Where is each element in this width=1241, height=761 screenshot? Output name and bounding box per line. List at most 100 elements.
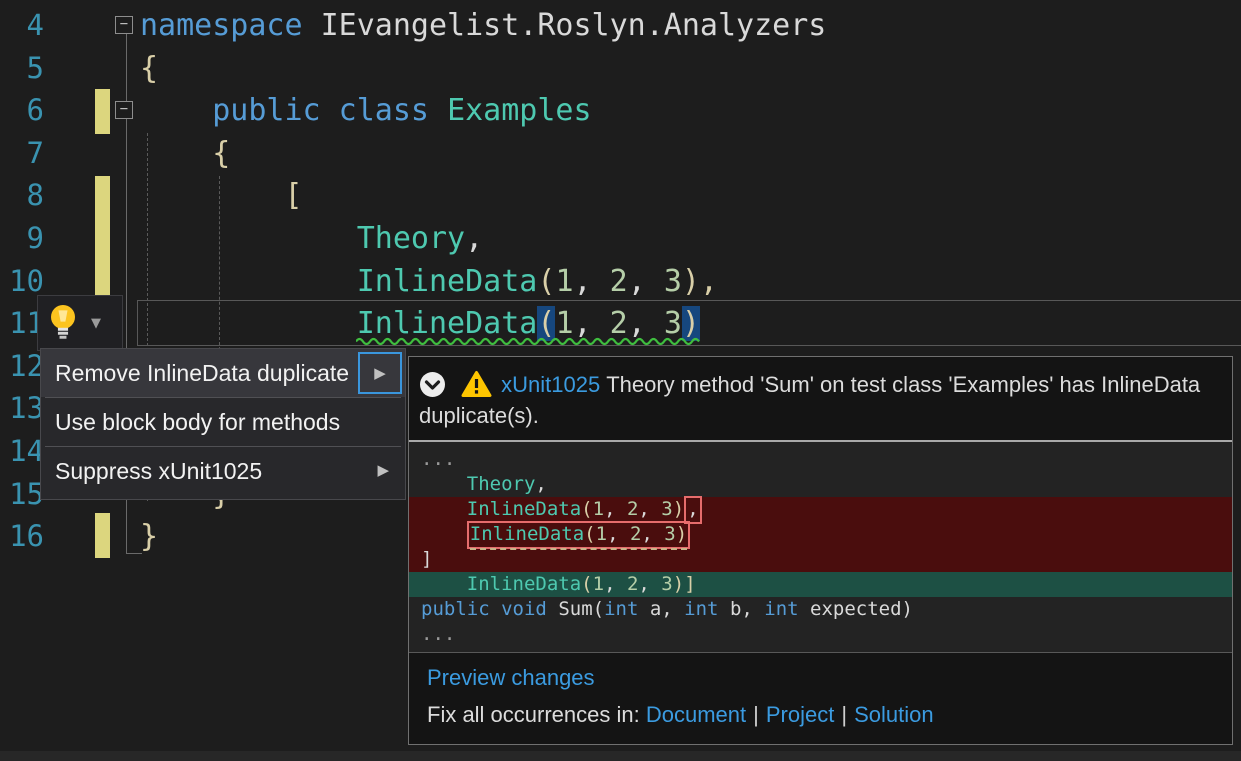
code-segment: , (638, 573, 661, 595)
fix-scope-link-project[interactable]: Project (766, 702, 834, 727)
diff-line-added: InlineData(1, 2, 3)] (409, 572, 1232, 597)
popup-footer: Preview changes Fix all occurrences in: … (409, 653, 1232, 731)
scope-pipe: | (746, 702, 766, 727)
fix-scope-link-document[interactable]: Document (646, 702, 746, 727)
code-segment: 3 (664, 523, 675, 545)
code-segment: 3 (661, 573, 672, 595)
vs-editor-screen: 4namespace IEvangelist.Roslyn.Analyzers−… (0, 0, 1241, 761)
preview-changes-link[interactable]: Preview changes (427, 662, 595, 694)
code-segment: ( (581, 498, 592, 520)
diff-line: public void Sum(int a, int b, int expect… (409, 597, 1232, 622)
fold-collapse-icon[interactable]: − (115, 16, 133, 34)
code-segment (421, 473, 467, 495)
code-segment: ] (421, 548, 432, 570)
line-number: 5 (0, 47, 44, 90)
quick-actions-menu: Remove InlineData duplicate ▶Use block bo… (40, 348, 406, 500)
scope-pipe: | (834, 702, 854, 727)
code-segment: 1 (593, 498, 604, 520)
collapse-circle-icon[interactable] (419, 371, 446, 398)
code-segment: 3 (664, 264, 682, 299)
code-segment: Theory (467, 473, 536, 495)
code-text: [ (140, 174, 303, 217)
line-number: 16 (0, 515, 44, 558)
code-text: public class Examples (140, 89, 592, 132)
line-number: 12 (0, 345, 44, 388)
code-segment: )] (673, 573, 696, 595)
line-number: 13 (0, 387, 44, 430)
code-segment: 1 (593, 573, 604, 595)
code-segment: int (604, 598, 638, 620)
code-text: namespace IEvangelist.Roslyn.Analyzers (140, 4, 826, 47)
diff-line-removed: InlineData(1, 2, 3) (409, 522, 1232, 547)
code-segment (547, 598, 558, 620)
code-segment: InlineData (467, 498, 581, 520)
code-line-5[interactable]: 5{ (0, 47, 1241, 90)
code-segment: ... (421, 623, 455, 645)
diff-removed-box: , (684, 496, 701, 524)
code-line-6[interactable]: 6 public class Examples (0, 89, 1241, 132)
code-segment: 1 (596, 523, 607, 545)
code-text: { (140, 132, 230, 175)
code-segment: { (140, 136, 230, 171)
code-segment (140, 264, 357, 299)
warning-squiggle (356, 337, 702, 346)
code-segment (421, 498, 467, 520)
code-line-4[interactable]: 4namespace IEvangelist.Roslyn.Analyzers (0, 4, 1241, 47)
diff-line-removed: ] (409, 547, 1232, 572)
code-segment: , (607, 523, 630, 545)
code-segment: b, (719, 598, 765, 620)
code-segment: 1 (555, 264, 573, 299)
code-segment: void (501, 598, 547, 620)
code-text: Theory, (140, 217, 483, 260)
lightbulb-icon (47, 303, 79, 343)
code-segment: , (574, 264, 610, 299)
diff-line: ... (409, 447, 1232, 472)
diff-line: ... (409, 622, 1232, 647)
code-segment: } (140, 519, 158, 554)
code-segment: , (465, 221, 483, 256)
code-segment (490, 598, 501, 620)
code-segment (140, 93, 212, 128)
diagnostic-preview-popup: xUnit1025Theory method 'Sum' on test cla… (408, 356, 1233, 745)
code-segment: ( (537, 264, 555, 299)
horizontal-scrollbar[interactable] (0, 751, 1241, 761)
menu-item[interactable]: Suppress xUnit1025 ▶ (41, 447, 405, 495)
fix-scope-link-solution[interactable]: Solution (854, 702, 934, 727)
code-segment: ), (682, 264, 718, 299)
diagnostic-header: xUnit1025Theory method 'Sum' on test cla… (409, 357, 1232, 440)
menu-item[interactable]: Remove InlineData duplicate ▶ (41, 349, 405, 397)
diff-preview: ... Theory, InlineData(1, 2, 3), InlineD… (409, 442, 1232, 652)
code-segment (140, 221, 357, 256)
code-segment: Examples (447, 93, 592, 128)
quick-actions-lightbulb-button[interactable]: ▼ (37, 295, 123, 351)
diff-line: Theory, (409, 472, 1232, 497)
submenu-arrow-icon[interactable]: ▶ (377, 447, 389, 495)
menu-item-label: Remove InlineData duplicate (55, 360, 349, 386)
code-line-10[interactable]: 10 InlineData(1, 2, 3), (0, 260, 1241, 303)
code-line-8[interactable]: 8 [ (0, 174, 1241, 217)
fold-collapse-icon[interactable]: − (115, 101, 133, 119)
code-segment: int (764, 598, 798, 620)
code-segment: 2 (610, 264, 628, 299)
warning-icon (461, 370, 492, 398)
line-number: 14 (0, 430, 44, 473)
code-segment: , (604, 573, 627, 595)
code-segment: ... (421, 448, 455, 470)
code-line-7[interactable]: 7 { (0, 132, 1241, 175)
code-segment: [ (140, 178, 303, 213)
code-segment: int (684, 598, 718, 620)
code-segment: namespace (140, 8, 321, 43)
code-segment: IEvangelist.Roslyn.Analyzers (321, 8, 827, 43)
code-text: { (140, 47, 158, 90)
code-line-9[interactable]: 9 Theory, (0, 217, 1241, 260)
code-segment: Theory (357, 221, 465, 256)
code-segment: ( (581, 573, 592, 595)
lightbulb-dropdown-icon[interactable]: ▼ (91, 316, 101, 331)
menu-item[interactable]: Use block body for methods (41, 398, 405, 446)
menu-item-label: Suppress xUnit1025 (55, 458, 262, 484)
code-segment (421, 573, 467, 595)
line-number: 8 (0, 174, 44, 217)
diagnostic-code-link[interactable]: xUnit1025 (501, 372, 600, 397)
submenu-arrow-icon[interactable]: ▶ (358, 352, 402, 394)
code-segment: , (628, 264, 664, 299)
